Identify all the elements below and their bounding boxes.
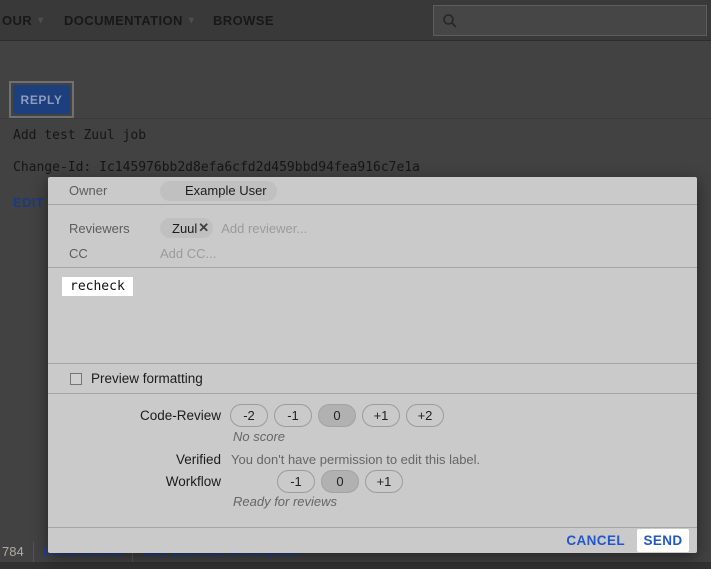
nav-item-label: BROWSE	[213, 13, 274, 28]
score-button-code-review-0[interactable]: 0	[318, 404, 356, 427]
remove-reviewer-icon[interactable]: ✕	[198, 220, 209, 236]
owner-row: Owner Example User	[48, 177, 697, 204]
section-divider	[0, 118, 711, 119]
commit-change-id: Change-Id: Ic145976bb2d8efa6cfd2d459bbd9…	[13, 160, 420, 175]
nav-item-browse[interactable]: BROWSE	[213, 0, 274, 41]
nav-item-your[interactable]: OUR ▾	[2, 0, 44, 41]
workflow-row: Workflow -1 0 +1	[48, 470, 697, 493]
verified-row: Verified You don't have permission to ed…	[48, 451, 697, 468]
search-input[interactable]	[464, 13, 706, 28]
top-nav-bar: OUR ▾ DOCUMENTATION ▾ BROWSE	[0, 0, 711, 41]
cc-row: CC	[48, 241, 697, 265]
dialog-divider	[48, 204, 697, 205]
preview-formatting-row: Preview formatting	[48, 364, 697, 393]
owner-label: Owner	[69, 183, 160, 198]
code-review-status: No score	[233, 429, 285, 444]
patchset-number: 784	[2, 544, 24, 559]
reply-dialog: Owner Example User Reviewers Zuul ✕ CC r…	[48, 177, 697, 553]
workflow-label: Workflow	[48, 474, 221, 489]
dialog-divider	[48, 393, 697, 394]
score-button-workflow-0[interactable]: 0	[321, 470, 359, 493]
score-button-code-review-plus2[interactable]: +2	[406, 404, 444, 427]
send-button[interactable]: SEND	[637, 529, 689, 552]
nav-item-label: OUR	[2, 13, 32, 28]
score-button-code-review-minus2[interactable]: -2	[230, 404, 268, 427]
search-box[interactable]	[433, 5, 707, 36]
cancel-button[interactable]: CANCEL	[566, 527, 625, 553]
score-button-workflow-minus1[interactable]: -1	[277, 470, 315, 493]
code-review-label: Code-Review	[48, 408, 221, 423]
nav-item-documentation[interactable]: DOCUMENTATION ▾	[64, 0, 194, 41]
score-button-workflow-plus1[interactable]: +1	[365, 470, 403, 493]
workflow-buttons: -1 0 +1	[277, 470, 403, 493]
owner-name: Example User	[185, 183, 267, 198]
commit-message-title: Add test Zuul job	[13, 128, 146, 143]
avatar	[163, 183, 179, 199]
chevron-down-icon: ▾	[189, 15, 194, 26]
reply-message-area[interactable]: recheck	[48, 268, 697, 363]
preview-formatting-label: Preview formatting	[91, 371, 203, 386]
nav-item-label: DOCUMENTATION	[64, 13, 183, 28]
score-button-code-review-minus1[interactable]: -1	[274, 404, 312, 427]
code-review-row: Code-Review -2 -1 0 +1 +2	[48, 404, 697, 427]
code-review-buttons: -2 -1 0 +1 +2	[230, 404, 444, 427]
cc-label: CC	[69, 246, 160, 261]
search-icon	[442, 13, 458, 29]
score-button-code-review-plus1[interactable]: +1	[362, 404, 400, 427]
chevron-down-icon: ▾	[38, 15, 43, 26]
workflow-status: Ready for reviews	[233, 494, 337, 509]
reviewers-label: Reviewers	[69, 221, 160, 236]
dialog-footer: CANCEL SEND	[48, 527, 697, 553]
page-bottom-strip	[0, 562, 711, 569]
reviewer-name: Zuul	[172, 221, 197, 236]
edit-link[interactable]: EDIT	[13, 195, 44, 210]
verified-label: Verified	[48, 452, 221, 467]
add-reviewer-input[interactable]	[221, 221, 697, 236]
toolbar-divider	[33, 542, 34, 562]
reviewer-chip[interactable]: Zuul ✕	[160, 218, 213, 238]
reviewers-row: Reviewers Zuul ✕	[48, 216, 697, 240]
gerrit-page: OUR ▾ DOCUMENTATION ▾ BROWSE REPLY Add t…	[0, 0, 711, 569]
preview-formatting-checkbox[interactable]	[70, 373, 82, 385]
verified-permission-text: You don't have permission to edit this l…	[231, 452, 480, 467]
owner-chip[interactable]: Example User	[160, 181, 277, 201]
reply-message-text: recheck	[62, 277, 133, 296]
reply-button[interactable]: REPLY	[13, 85, 70, 114]
add-cc-input[interactable]	[160, 246, 697, 261]
